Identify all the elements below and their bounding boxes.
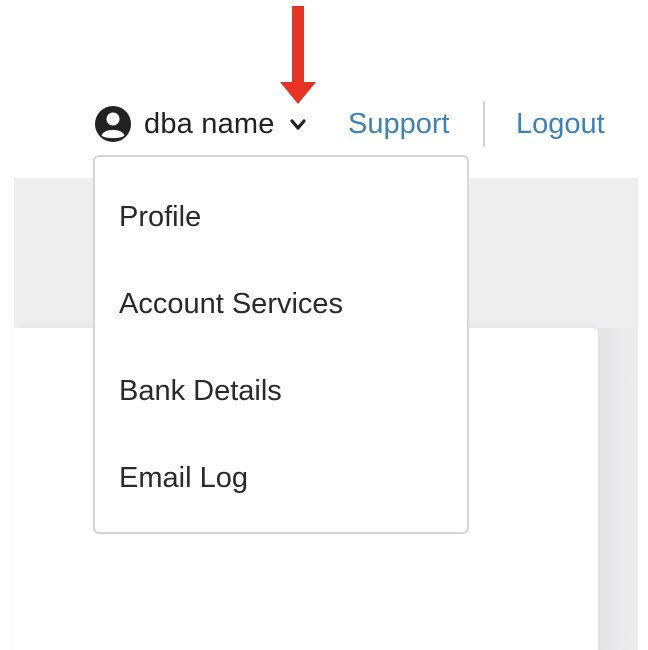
menu-item-account-services[interactable]: Account Services xyxy=(119,284,343,324)
arrow-down-icon xyxy=(280,6,316,104)
logout-link[interactable]: Logout xyxy=(516,104,605,144)
content-card-shadow xyxy=(598,328,638,650)
menu-item-email-log[interactable]: Email Log xyxy=(119,458,248,498)
support-link[interactable]: Support xyxy=(348,104,450,144)
user-dropdown-menu: Profile Account Services Bank Details Em… xyxy=(93,155,469,534)
user-name: dba name xyxy=(144,107,275,140)
menu-item-profile[interactable]: Profile xyxy=(119,197,201,237)
user-circle-icon xyxy=(95,106,131,142)
header-divider xyxy=(483,101,485,147)
menu-item-bank-details[interactable]: Bank Details xyxy=(119,371,282,411)
user-menu-toggle[interactable]: dba name xyxy=(94,104,307,144)
chevron-down-icon xyxy=(289,119,306,130)
